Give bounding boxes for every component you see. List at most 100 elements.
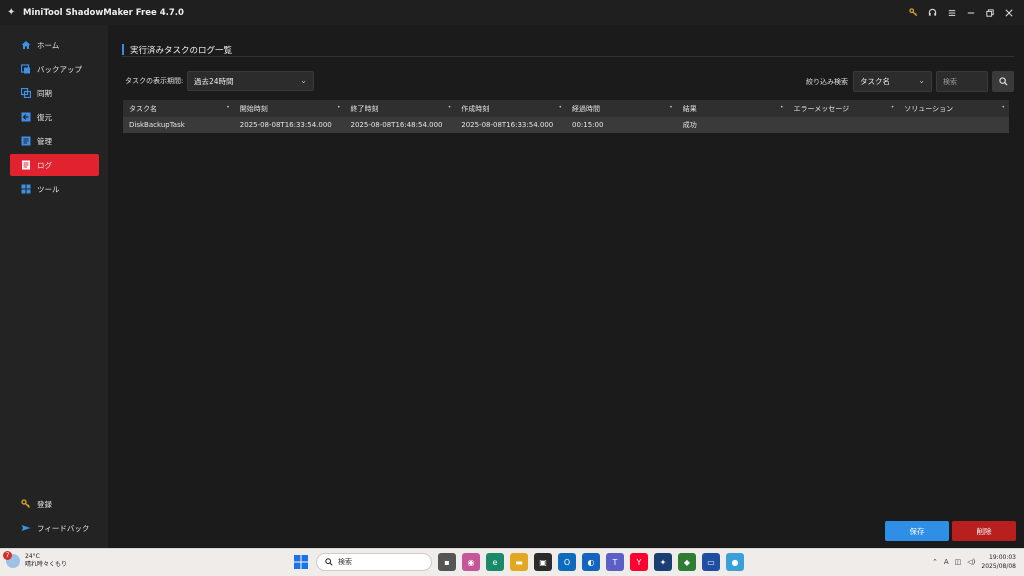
shadowmaker-icon[interactable]: ✦: [654, 553, 672, 571]
log-table: タスク名 • 開始時刻 • 終了時刻 • 作成時刻 • 経過時間 • 結果 • エラーメッセ…: [123, 100, 1009, 133]
app-title: MiniTool ShadowMaker Free 4.7.0: [23, 7, 184, 18]
weather-widget[interactable]: 7 24°C 晴れ時々くもり: [3, 551, 68, 569]
sidebar-item-label: 復元: [37, 112, 52, 122]
sidebar-item-label: 管理: [37, 136, 52, 146]
sidebar-item-label: ツール: [37, 184, 60, 194]
globe-icon[interactable]: ●: [726, 553, 744, 571]
column-header-elapsed[interactable]: 経過時間 •: [566, 100, 677, 117]
title-bar: ✦ MiniTool ShadowMaker Free 4.7.0: [0, 0, 1024, 25]
network-icon[interactable]: ◫: [955, 558, 962, 566]
manage-icon: [21, 136, 31, 146]
app-icon[interactable]: ◆: [678, 553, 696, 571]
file-explorer-icon[interactable]: ▬: [510, 553, 528, 571]
ime-icon[interactable]: A: [944, 558, 949, 566]
weather-desc: 晴れ時々くもり: [25, 561, 68, 568]
sort-icon: •: [447, 104, 452, 111]
sidebar-item-restore[interactable]: 復元: [10, 106, 99, 128]
backup-icon: [21, 64, 31, 74]
close-icon[interactable]: [999, 0, 1018, 25]
delete-button[interactable]: 削除: [952, 521, 1016, 541]
taskbar-search-placeholder: 検索: [338, 558, 352, 566]
column-header-task-name[interactable]: タスク名 •: [123, 100, 234, 117]
sort-icon: •: [669, 104, 673, 111]
sort-icon: •: [226, 104, 230, 111]
copilot-icon[interactable]: ◉: [462, 553, 480, 571]
cell-result: 成功: [682, 121, 697, 129]
chevron-up-icon[interactable]: ⌃: [932, 558, 938, 566]
filter-value: タスク名: [860, 77, 890, 86]
windows-start-icon[interactable]: [292, 553, 310, 571]
sidebar-item-label: ログ: [37, 160, 52, 170]
app-logo-icon: ✦: [7, 6, 16, 18]
sidebar-item-backup[interactable]: バックアップ: [10, 58, 99, 80]
sidebar-item-tools[interactable]: ツール: [10, 178, 99, 200]
sort-icon: •: [779, 104, 784, 111]
period-value: 過去24時間: [194, 76, 234, 86]
cell-error: [788, 117, 899, 133]
teams-icon[interactable]: T: [606, 553, 624, 571]
sync-icon: [21, 88, 31, 98]
log-icon: [21, 160, 31, 170]
column-header-result[interactable]: 結果 •: [677, 100, 788, 117]
table-header: タスク名 • 開始時刻 • 終了時刻 • 作成時刻 • 経過時間 • 結果 • エラーメッセ…: [123, 100, 1009, 117]
sort-icon: •: [558, 104, 562, 111]
sidebar-item-label: 同期: [37, 88, 52, 98]
clock[interactable]: 19:00:03 2025/08/08: [981, 553, 1016, 571]
store-icon[interactable]: ▣: [534, 553, 552, 571]
window-controls: [904, 0, 1018, 25]
restore-icon[interactable]: [980, 0, 999, 25]
sidebar-item-manage[interactable]: 管理: [10, 130, 99, 152]
search-button[interactable]: [992, 71, 1014, 92]
clock-time: 19:00:03: [989, 554, 1016, 561]
column-header-error[interactable]: エラーメッセージ •: [788, 100, 899, 117]
weather-badge: 7: [3, 551, 12, 560]
tools-icon: [21, 184, 31, 194]
home-icon: [21, 40, 31, 50]
sidebar-item-log[interactable]: ログ: [10, 154, 99, 176]
key-icon: [21, 499, 31, 509]
edge-icon[interactable]: e: [486, 553, 504, 571]
column-header-created-time[interactable]: 作成時刻 •: [455, 100, 566, 117]
search-input[interactable]: [936, 71, 988, 92]
app-window: ✦ MiniTool ShadowMaker Free 4.7.0 ホーム バッ…: [0, 0, 1024, 548]
weather-icon: 7: [3, 551, 20, 568]
menu-icon[interactable]: [942, 0, 961, 25]
clock-date: 2025/08/08: [981, 563, 1016, 570]
cell-solution: [898, 117, 1009, 133]
cell-end-time: 2025-08-08T16:48:54.000: [350, 121, 443, 129]
taskbar-search[interactable]: 検索: [316, 553, 432, 571]
column-header-solution[interactable]: ソリューション •: [898, 100, 1009, 117]
outlook-icon[interactable]: O: [558, 553, 576, 571]
chevron-down-icon: ⌄: [300, 76, 307, 85]
mail-icon: [21, 523, 31, 533]
task-view-icon[interactable]: ▪: [438, 553, 456, 571]
minimize-icon[interactable]: [961, 0, 980, 25]
column-header-start-time[interactable]: 開始時刻 •: [234, 100, 345, 117]
sidebar-item-sync[interactable]: 同期: [10, 82, 99, 104]
yahoo-icon[interactable]: Y: [630, 553, 648, 571]
register-button[interactable]: 登録: [10, 493, 99, 515]
sidebar-item-label: バックアップ: [37, 64, 82, 74]
cell-elapsed: 00:15:00: [572, 121, 604, 129]
headset-icon[interactable]: [923, 0, 942, 25]
volume-icon[interactable]: ◁): [967, 558, 975, 566]
period-select[interactable]: 過去24時間 ⌄: [187, 71, 314, 91]
restore-icon: [21, 112, 31, 122]
cell-task-name: DiskBackupTask: [129, 121, 185, 129]
title-divider: [122, 56, 1014, 57]
remote-icon[interactable]: ▭: [702, 553, 720, 571]
system-tray: ⌃ A ◫ ◁) 19:00:03 2025/08/08: [932, 553, 1016, 571]
sort-icon: •: [336, 104, 341, 111]
column-header-end-time[interactable]: 終了時刻 •: [345, 100, 456, 117]
save-button[interactable]: 保存: [885, 521, 949, 541]
search-icon: [325, 558, 333, 566]
search-icon: [998, 77, 1008, 86]
table-row[interactable]: DiskBackupTask 2025-08-08T16:33:54.000 2…: [123, 117, 1009, 133]
key-icon[interactable]: [904, 0, 923, 25]
sidebar-item-home[interactable]: ホーム: [10, 34, 99, 56]
feedback-label: フィードバック: [37, 523, 90, 533]
sort-icon: •: [1001, 104, 1005, 111]
filter-select[interactable]: タスク名 ⌄: [853, 71, 932, 92]
browser-icon[interactable]: ◐: [582, 553, 600, 571]
feedback-button[interactable]: フィードバック: [10, 517, 99, 539]
